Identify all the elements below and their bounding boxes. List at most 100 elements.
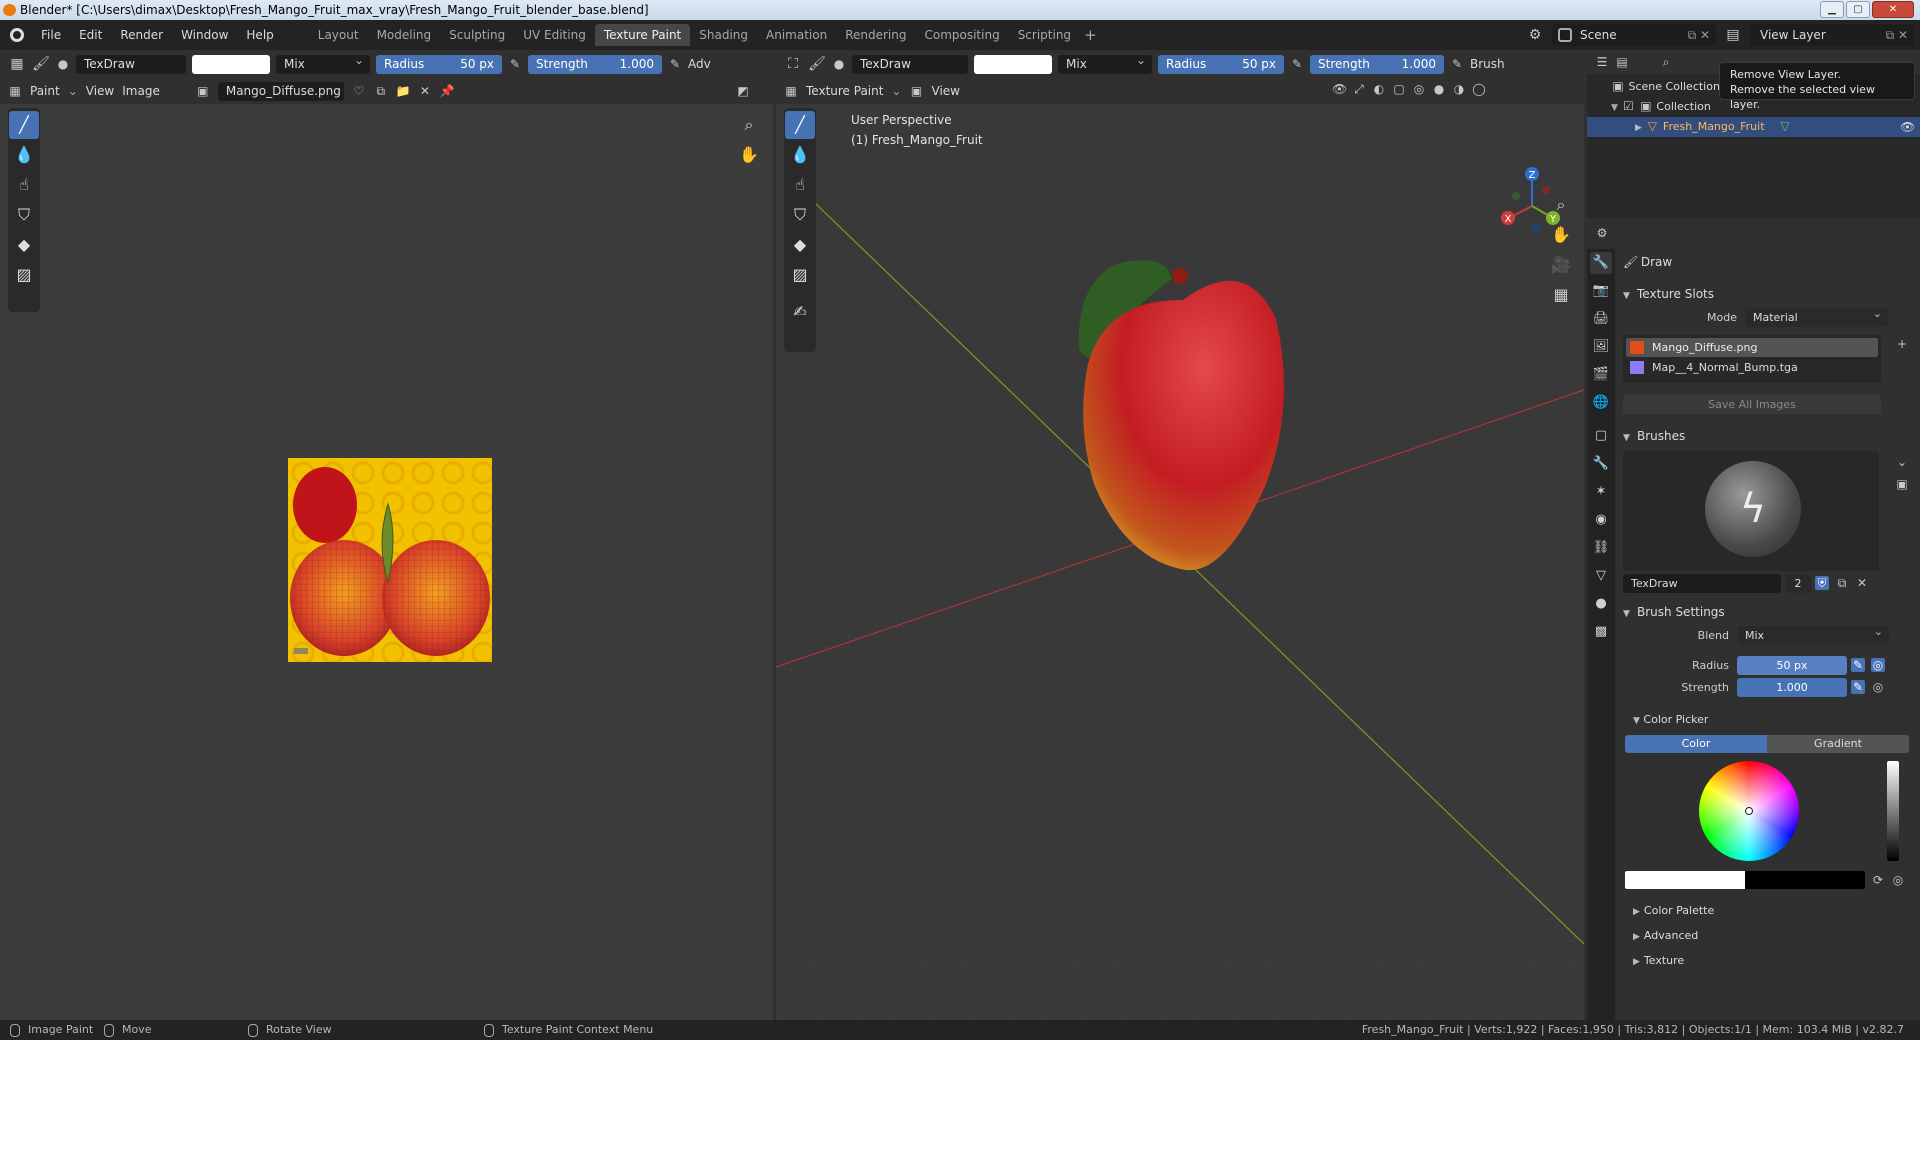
material-tab-icon[interactable]: ●: [1590, 593, 1612, 615]
draw-tool-icon[interactable]: ╱: [9, 111, 39, 139]
material-shading-icon[interactable]: ◑: [1452, 82, 1466, 96]
minimize-button[interactable]: ▁: [1820, 1, 1844, 18]
image-browse-icon[interactable]: ▣: [196, 84, 210, 98]
viewport-soften-tool-icon[interactable]: 💧: [785, 141, 815, 169]
color-wheel-cursor[interactable]: [1745, 807, 1753, 815]
modifier-tab-icon[interactable]: 🔧: [1590, 453, 1612, 475]
blend-mode-dropdown[interactable]: Mix: [276, 51, 370, 74]
display-channels-icon[interactable]: ◩: [736, 84, 750, 98]
visibility-icon[interactable]: 👁: [1332, 82, 1347, 96]
unlink-brush-icon[interactable]: ✕: [1855, 576, 1869, 590]
strength-pressure-icon[interactable]: ✎: [668, 57, 682, 71]
brush-icon[interactable]: 🖌: [32, 55, 50, 73]
secondary-color-swatch[interactable]: [1745, 871, 1865, 889]
output-tab-icon[interactable]: 🖨: [1590, 308, 1612, 330]
texture-slot-normal[interactable]: Map__4_Normal_Bump.tga: [1626, 358, 1878, 377]
add-texture-slot-icon[interactable]: +: [1895, 337, 1909, 351]
open-image-icon[interactable]: 📁: [396, 84, 411, 98]
physics-tab-icon[interactable]: ◉: [1590, 509, 1612, 531]
texture-row[interactable]: ▶ Texture: [1633, 949, 1714, 974]
value-slider[interactable]: [1887, 761, 1899, 861]
brush-datablock-name[interactable]: TexDraw: [1623, 574, 1781, 593]
soften-tool-icon[interactable]: 💧: [9, 141, 39, 169]
viewport-zoom-icon[interactable]: ⌕: [1548, 192, 1574, 218]
collection-checkbox-icon[interactable]: ☑: [1621, 99, 1635, 113]
save-all-images-button[interactable]: Save All Images: [1623, 395, 1881, 414]
viewport-editor-type-icon[interactable]: ⛶: [784, 55, 802, 73]
menu-help[interactable]: Help: [237, 20, 282, 50]
outliner-editor-type-icon[interactable]: ☰: [1595, 55, 1609, 69]
tool-tab-icon[interactable]: 🔧: [1590, 252, 1612, 274]
collection-expand-icon[interactable]: ▼: [1611, 103, 1618, 113]
duplicate-brush-icon[interactable]: ⧉: [1835, 576, 1849, 590]
view-layer-tab-icon[interactable]: 🖼: [1590, 336, 1612, 358]
blend-dropdown[interactable]: Mix: [1737, 622, 1889, 645]
brush-settings-panel-header[interactable]: ▼ Brush Settings: [1623, 601, 1912, 623]
scene-selector-icon[interactable]: ⚙: [1526, 26, 1544, 44]
clone-tool-icon[interactable]: ⛉: [9, 201, 39, 229]
texture-tab-icon[interactable]: ▩: [1590, 621, 1612, 643]
scene-collection-row[interactable]: ▣ Scene Collection: [1611, 77, 1720, 97]
viewport-color-swatch[interactable]: [974, 54, 1052, 74]
properties-editor[interactable]: ⚙ 🔧 📷 🖨 🖼 🎬 🌐 ▢ 🔧 ✶ ◉ ⛓ ▽ ● ▩ 🖌 Draw ▼ Te…: [1587, 221, 1920, 1020]
strength-slider[interactable]: Strength 1.000: [528, 54, 662, 74]
object-tab-icon[interactable]: ▢: [1590, 425, 1612, 447]
scene-field[interactable]: Scene ⧉ ✕: [1552, 24, 1716, 46]
view-layer-actions-icon[interactable]: ⧉ ✕: [1886, 24, 1908, 46]
data-tab-icon[interactable]: ▽: [1590, 565, 1612, 587]
outliner-search-icon[interactable]: ⌕: [1659, 55, 1673, 69]
unified-color-icon[interactable]: ◎: [1891, 873, 1905, 887]
solid-shading-icon[interactable]: ●: [1432, 82, 1446, 96]
pin-icon[interactable]: 📌: [440, 84, 455, 98]
image-name-field[interactable]: Mango_Diffuse.png: [217, 81, 344, 101]
tab-shading[interactable]: Shading: [690, 24, 757, 46]
brush-users-count[interactable]: 2: [1785, 574, 1811, 593]
fake-user-shield-icon[interactable]: ⛨: [1815, 576, 1829, 590]
object-visibility-icon[interactable]: 👁: [1900, 120, 1915, 134]
menu-edit[interactable]: Edit: [70, 20, 111, 50]
viewport-smear-tool-icon[interactable]: ☝: [785, 171, 815, 199]
tab-rendering[interactable]: Rendering: [836, 24, 915, 46]
editor-type-icon[interactable]: ▦: [8, 55, 26, 73]
menu-render[interactable]: Render: [111, 20, 172, 50]
close-window-button[interactable]: ✕: [1872, 1, 1914, 18]
tab-layout[interactable]: Layout: [309, 24, 368, 46]
brush-preview-box[interactable]: ϟ: [1623, 451, 1879, 571]
properties-editor-type-icon[interactable]: ⚙: [1595, 226, 1609, 240]
new-image-icon[interactable]: ⧉: [374, 84, 388, 98]
viewport-pan-hand-icon[interactable]: ✋: [1548, 222, 1574, 248]
texture-slots-panel-header[interactable]: ▼ Texture Slots: [1623, 283, 1912, 305]
3d-viewport[interactable]: ⛶ 🖌 ● TexDraw Mix Radius 50 px ✎ Strengt…: [776, 50, 1584, 1020]
object-row-fresh-mango-fruit[interactable]: ▶ ▽ Fresh_Mango_Fruit ▽ 👁: [1587, 117, 1920, 137]
viewport-blend-dropdown[interactable]: Mix: [1058, 51, 1152, 74]
brush-image-icon[interactable]: ▣: [1895, 477, 1909, 491]
settings-strength-pressure-icon[interactable]: ✎: [1851, 680, 1865, 694]
blender-menu-icon[interactable]: [10, 28, 24, 42]
scene-tab-icon[interactable]: 🎬: [1590, 364, 1612, 386]
wireframe-shading-icon[interactable]: ◎: [1412, 82, 1426, 96]
particles-tab-icon[interactable]: ✶: [1590, 481, 1612, 503]
menu-window[interactable]: Window: [172, 20, 237, 50]
tab-compositing[interactable]: Compositing: [915, 24, 1008, 46]
texture-image-canvas[interactable]: [288, 458, 492, 662]
brush-dropdown-icon[interactable]: ⌄: [1895, 455, 1909, 469]
mode-dropdown[interactable]: Texture Paint: [806, 84, 883, 98]
settings-radius-slider[interactable]: 50 px: [1737, 656, 1847, 675]
view-layer-icon[interactable]: ▤: [1724, 26, 1742, 44]
texture-slot-diffuse[interactable]: Mango_Diffuse.png: [1626, 338, 1878, 357]
image-menu[interactable]: Image: [122, 84, 160, 98]
color-palette-row[interactable]: ▶ Color Palette: [1633, 899, 1714, 924]
viewport-radius-slider[interactable]: Radius 50 px: [1158, 54, 1284, 74]
viewport-strength-pressure-icon[interactable]: ✎: [1450, 57, 1464, 71]
primary-color-swatch[interactable]: [1625, 871, 1745, 889]
add-workspace-icon[interactable]: +: [1084, 26, 1097, 44]
viewport-clone-tool-icon[interactable]: ⛉: [785, 201, 815, 229]
outliner[interactable]: ☰ ▤ ⌕ ▣ Scene Collection ▼ ☑ ▣ Collectio…: [1587, 50, 1920, 218]
constraints-tab-icon[interactable]: ⛓: [1590, 537, 1612, 559]
radius-slider[interactable]: Radius 50 px: [376, 54, 502, 74]
camera-view-icon[interactable]: 🎥: [1548, 252, 1574, 278]
color-wheel[interactable]: [1699, 761, 1799, 861]
smear-tool-icon[interactable]: ☝: [9, 171, 39, 199]
settings-strength-slider[interactable]: 1.000: [1737, 678, 1847, 697]
gradient-tab[interactable]: Gradient: [1767, 735, 1909, 753]
